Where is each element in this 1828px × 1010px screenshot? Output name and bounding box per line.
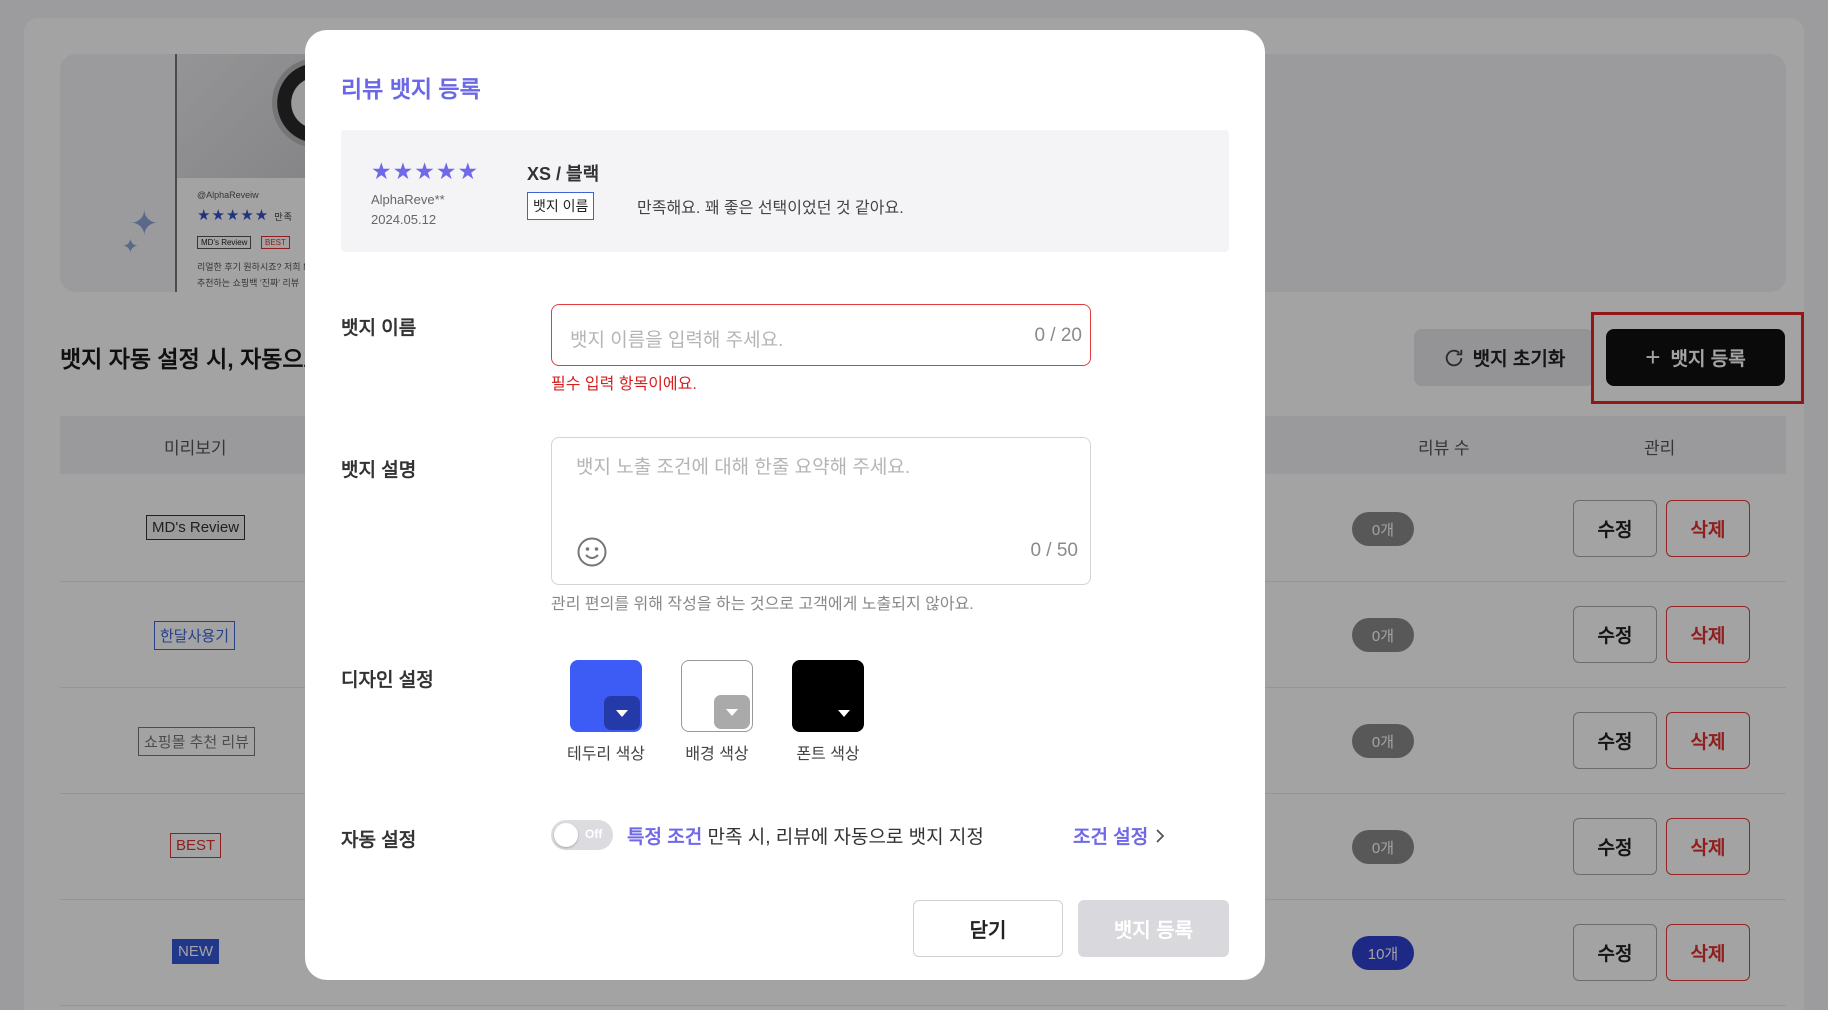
toggle-state: Off [585, 827, 603, 841]
condition-settings-link[interactable]: 조건 설정 [1073, 822, 1166, 849]
submit-badge-button[interactable]: 뱃지 등록 [1078, 900, 1229, 957]
toggle-knob [554, 823, 578, 847]
badge-preview: 뱃지 이름 [527, 192, 595, 220]
chevron-down-icon [826, 696, 862, 730]
background-color-picker[interactable] [681, 660, 753, 732]
badge-desc-placeholder: 뱃지 노출 조건에 대해 한줄 요약해 주세요. [576, 457, 911, 478]
badge-name-input[interactable]: 뱃지 이름을 입력해 주세요. 0 / 20 [551, 304, 1091, 366]
chevron-down-icon [714, 695, 750, 729]
auto-toggle[interactable]: Off [551, 820, 613, 850]
badge-desc-textarea[interactable]: 뱃지 노출 조건에 대해 한줄 요약해 주세요. 0 / 50 [551, 437, 1091, 585]
review-date: 2024.05.12 [371, 212, 437, 227]
modal-title: 리뷰 뱃지 등록 [341, 76, 481, 102]
badge-name-counter: 0 / 20 [1034, 325, 1082, 346]
reviewer-name: AlphaReve** [371, 192, 445, 207]
badge-desc-label: 뱃지 설명 [341, 460, 417, 481]
chevron-right-icon [1156, 828, 1165, 843]
border-color-picker[interactable] [570, 660, 642, 732]
product-option: XS / 블랙 [527, 164, 600, 184]
review-text: 만족해요. 꽤 좋은 선택이었던 것 같아요. [637, 200, 904, 217]
emoji-icon[interactable] [576, 536, 608, 568]
background-color-label: 배경 색상 [685, 746, 749, 763]
rating-stars: ★★★★★ [371, 158, 480, 184]
auto-description: 특정 조건 만족 시, 리뷰에 자동으로 뱃지 지정 [627, 827, 984, 848]
help-text: 관리 편의를 위해 작성을 하는 것으로 고객에게 노출되지 않아요. [551, 596, 974, 613]
design-label: 디자인 설정 [341, 670, 434, 691]
badge-name-label: 뱃지 이름 [341, 318, 417, 339]
review-preview: ★★★★★ AlphaReve** 2024.05.12 XS / 블랙 뱃지 … [341, 130, 1229, 252]
close-button[interactable]: 닫기 [913, 900, 1063, 957]
badge-name-placeholder: 뱃지 이름을 입력해 주세요. [570, 330, 784, 351]
chevron-down-icon [604, 696, 640, 730]
font-color-picker[interactable] [792, 660, 864, 732]
badge-desc-counter: 0 / 50 [1030, 540, 1078, 561]
error-message: 필수 입력 항목이에요. [551, 376, 697, 393]
border-color-label: 테두리 색상 [566, 746, 646, 763]
badge-register-modal: 리뷰 뱃지 등록 ★★★★★ AlphaReve** 2024.05.12 XS… [305, 30, 1265, 980]
condition-highlight: 특정 조건 [627, 827, 703, 848]
auto-setting-label: 자동 설정 [341, 830, 417, 851]
font-color-label: 폰트 색상 [796, 746, 860, 763]
